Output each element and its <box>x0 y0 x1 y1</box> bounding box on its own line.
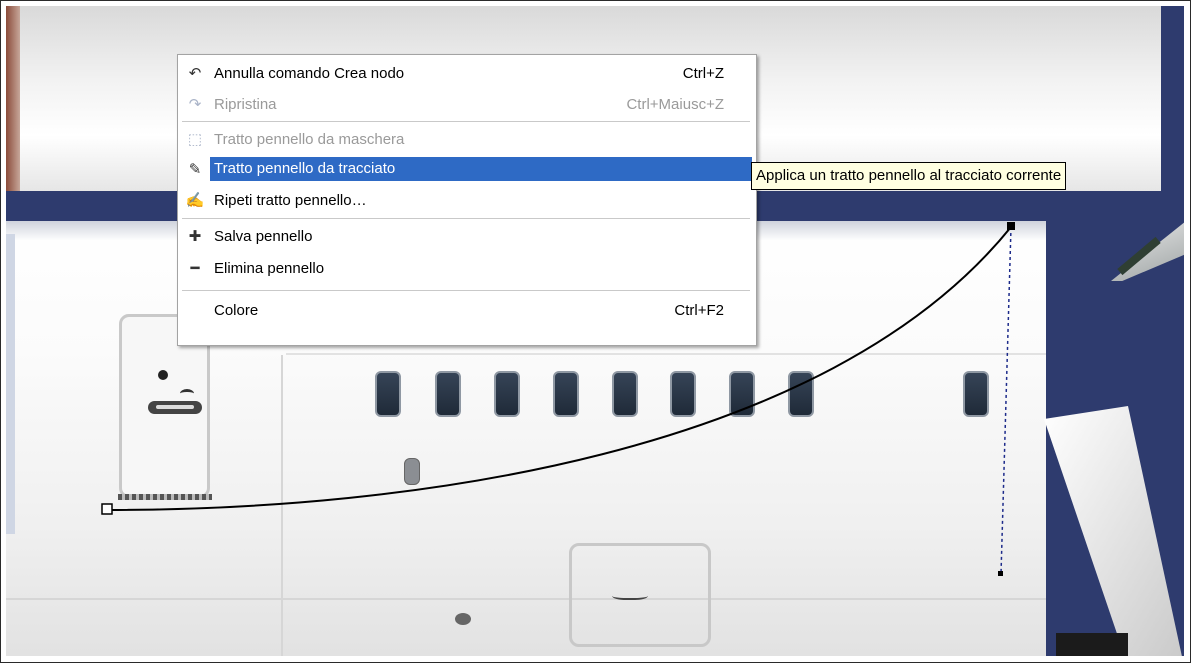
path-node-start[interactable] <box>101 503 113 515</box>
repeat-stroke-icon: ✍ <box>185 192 205 209</box>
menu-item-undo[interactable]: ↶ Annulla comando Crea nodo Ctrl+Z <box>180 59 754 87</box>
menu-item-stroke-selection[interactable]: ⬚ Tratto pennello da maschera <box>180 125 754 153</box>
menu-item-save-brush[interactable]: ✚ Salva pennello <box>180 222 754 250</box>
screenshot-frame: ↶ Annulla comando Crea nodo Ctrl+Z ↷ Rip… <box>0 0 1191 663</box>
menu-item-repeat-stroke[interactable]: ✍ Ripeti tratto pennello… <box>180 186 754 214</box>
context-menu: ↶ Annulla comando Crea nodo Ctrl+Z ↷ Rip… <box>177 54 757 346</box>
undo-icon: ↶ <box>188 65 202 82</box>
redo-icon: ↷ <box>188 96 202 113</box>
menu-separator <box>182 218 750 219</box>
path-node-end[interactable] <box>1007 222 1015 230</box>
handle-line[interactable] <box>1000 226 1012 575</box>
menu-separator <box>182 121 750 122</box>
menu-separator <box>182 290 750 291</box>
menu-item-color[interactable]: Colore Ctrl+F2 <box>180 296 754 324</box>
image-canvas[interactable]: ↶ Annulla comando Crea nodo Ctrl+Z ↷ Rip… <box>6 6 1184 656</box>
handle-point[interactable] <box>998 571 1003 576</box>
minus-icon: ━ <box>190 260 200 277</box>
stroke-selection-icon: ⬚ <box>187 131 203 148</box>
plus-icon: ✚ <box>188 228 202 245</box>
menu-item-stroke-path[interactable]: ✎ Tratto pennello da tracciato <box>180 155 754 183</box>
menu-item-redo[interactable]: ↷ Ripristina Ctrl+Maiusc+Z <box>180 90 754 118</box>
stroke-path-icon: ✎ <box>188 161 202 178</box>
menu-item-delete-brush[interactable]: ━ Elimina pennello <box>180 254 754 282</box>
tooltip: Applica un tratto pennello al tracciato … <box>751 162 1067 190</box>
